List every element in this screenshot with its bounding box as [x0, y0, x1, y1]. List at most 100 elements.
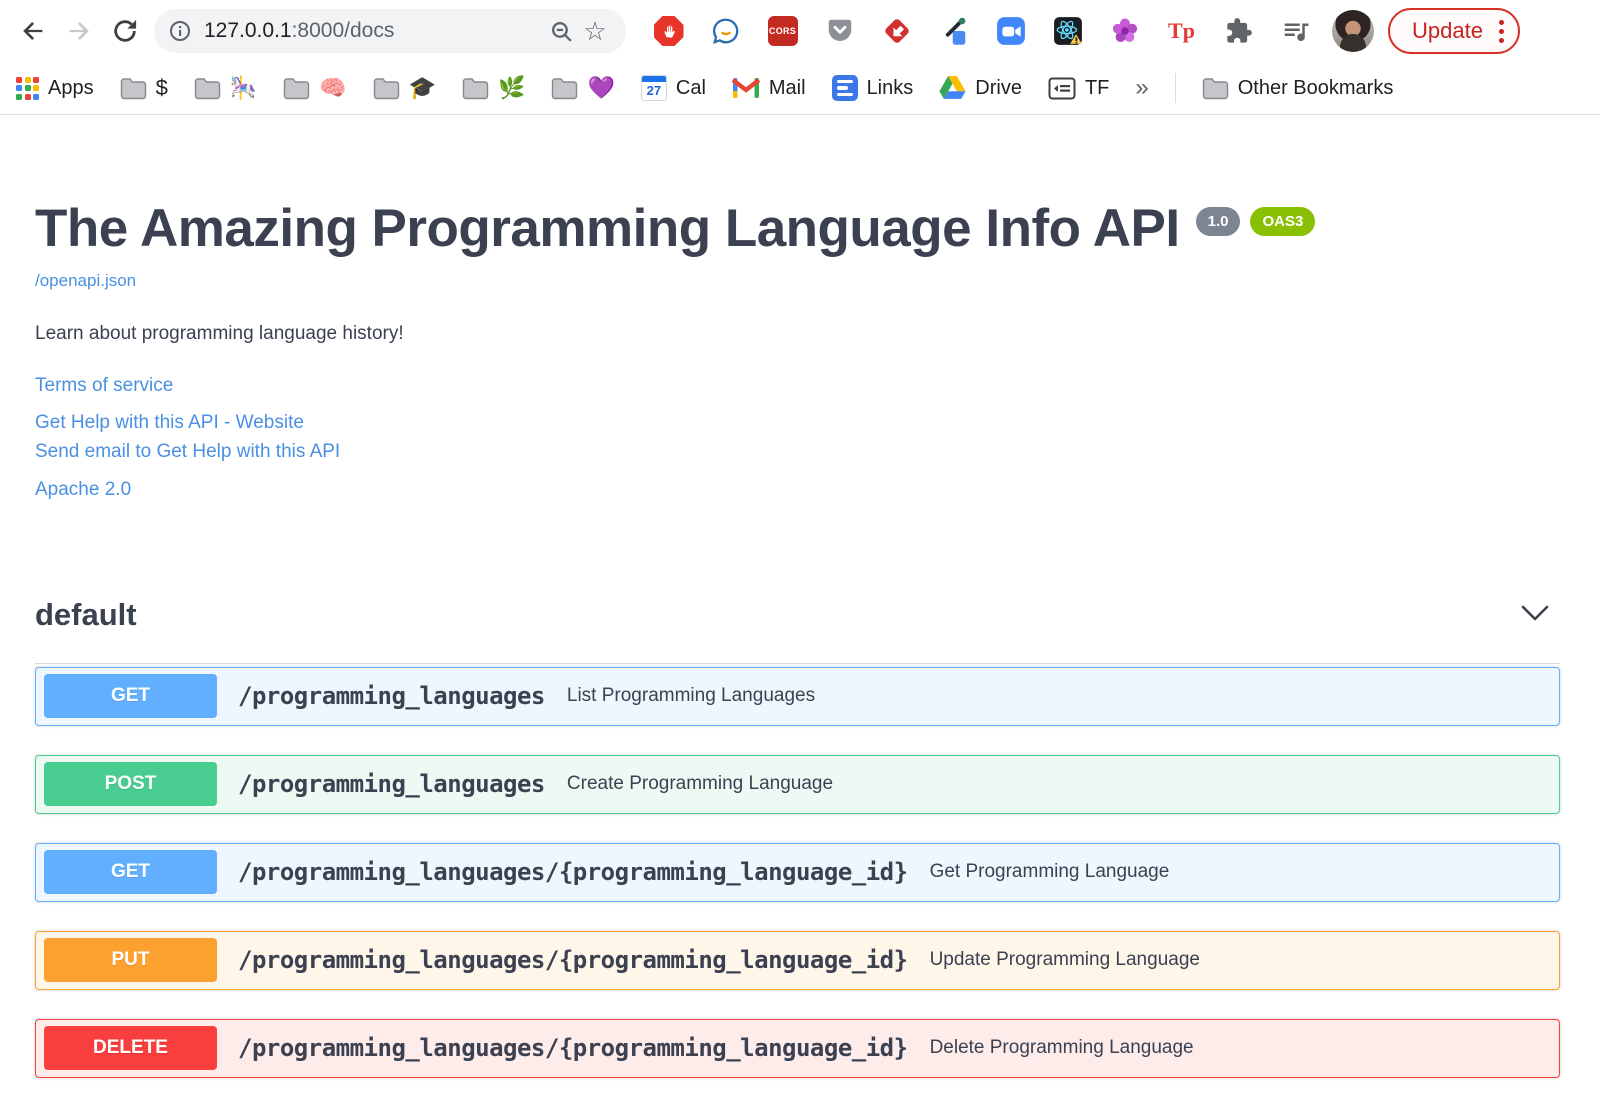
zoom-out-button[interactable] [544, 19, 578, 44]
bookmark-label: Links [866, 76, 914, 99]
forward-arrow-icon [69, 22, 89, 40]
endpoint-row[interactable]: GET /programming_languages List Programm… [35, 666, 1560, 726]
zoom-extension-button[interactable] [994, 15, 1027, 48]
bookmark-calendar[interactable]: 27 Cal [640, 75, 706, 101]
bookmark-folder-label: $ [155, 75, 168, 100]
reload-button[interactable] [102, 8, 148, 54]
media-queue-button[interactable] [1279, 15, 1312, 48]
help-website-link[interactable]: Get Help with this API - Website [35, 412, 1560, 434]
cors-extension-button[interactable]: CORS [766, 15, 799, 48]
back-button[interactable] [10, 8, 56, 54]
links-list-icon [831, 75, 858, 101]
endpoint-summary: Get Programming Language [929, 861, 1170, 883]
folder-icon [552, 77, 578, 99]
bookmark-folder[interactable]: 🎓 [373, 75, 436, 101]
flower-extension-button[interactable] [1108, 15, 1141, 48]
bookmark-folder-label: 🌿 [498, 75, 526, 100]
folder-icon [120, 77, 146, 99]
bookmarks-overflow-button[interactable]: » [1135, 74, 1148, 102]
bookmark-folder-label: 🎓 [408, 75, 437, 100]
other-bookmarks-label: Other Bookmarks [1237, 76, 1394, 99]
gmail-icon [731, 78, 760, 98]
bookmark-folder[interactable]: 🌿 [462, 75, 525, 101]
chat-smile-icon [712, 18, 738, 45]
endpoint-row[interactable]: DELETE /programming_languages/{programmi… [35, 1018, 1560, 1078]
endpoint-list: GET /programming_languages List Programm… [35, 666, 1560, 1078]
google-calendar-icon: 27 [640, 75, 667, 101]
back-arrow-icon [23, 22, 43, 40]
chat-extension-button[interactable] [709, 15, 742, 48]
color-picker-extension-button[interactable] [937, 15, 970, 48]
browser-menu-icon[interactable] [1498, 19, 1504, 43]
update-button[interactable]: Update [1388, 8, 1520, 54]
adblock-icon [653, 16, 684, 46]
bookmark-folder[interactable]: 🧠 [283, 75, 347, 101]
react-devtools-extension-button[interactable] [1051, 15, 1084, 48]
bookmark-label: Mail [768, 76, 806, 99]
address-bar[interactable]: 127.0.0.1:8000/docs ☆ [154, 9, 626, 53]
url-text: 127.0.0.1:8000/docs [204, 19, 544, 43]
endpoint-path: /programming_languages/{programming_lang… [238, 858, 908, 887]
tf-card-icon [1048, 77, 1076, 99]
bookmark-label: Cal [675, 76, 706, 99]
folder-icon [462, 77, 489, 99]
http-method-badge: PUT [44, 938, 217, 983]
endpoint-row[interactable]: POST /programming_languages Create Progr… [35, 754, 1560, 814]
video-camera-icon [996, 17, 1025, 45]
help-email-link[interactable]: Send email to Get Help with this API [35, 441, 1560, 463]
bookmark-mail[interactable]: Mail [731, 76, 806, 100]
redirect-arrow-icon [884, 19, 909, 43]
other-bookmarks[interactable]: Other Bookmarks [1202, 76, 1394, 100]
tp-extension-button[interactable]: Tp [1165, 15, 1198, 48]
playlist-music-icon [1284, 23, 1308, 41]
site-info-icon [170, 21, 190, 41]
http-method-badge: POST [44, 762, 217, 807]
version-badge: 1.0 [1195, 207, 1241, 236]
bookmark-tf[interactable]: TF [1048, 77, 1109, 100]
google-drive-icon [939, 76, 966, 99]
bookmark-star-button[interactable]: ☆ [578, 18, 612, 44]
license-link[interactable]: Apache 2.0 [35, 479, 1560, 501]
bookmark-drive[interactable]: Drive [939, 76, 1022, 100]
tag-section-title: default [35, 596, 137, 632]
endpoint-path: /programming_languages/{programming_lang… [238, 1034, 908, 1063]
forward-button[interactable] [56, 8, 102, 54]
extensions-menu-button[interactable] [1222, 15, 1255, 48]
swagger-page: The Amazing Programming Language Info AP… [0, 115, 1600, 1078]
api-description: Learn about programming language history… [35, 322, 404, 344]
endpoint-row[interactable]: PUT /programming_languages/{programming_… [35, 930, 1560, 990]
pocket-icon [828, 19, 851, 41]
terms-of-service-link[interactable]: Terms of service [35, 375, 1560, 397]
bookmark-apps[interactable]: Apps [16, 76, 94, 100]
tag-section-header[interactable]: default [35, 597, 1560, 664]
url-path: :8000/docs [291, 19, 395, 42]
reload-icon [114, 19, 137, 42]
redirect-extension-button[interactable] [880, 15, 913, 48]
cors-icon: CORS [767, 16, 798, 46]
profile-avatar[interactable] [1332, 10, 1374, 52]
bookmark-links[interactable]: Links [831, 75, 914, 101]
pocket-extension-button[interactable] [823, 15, 856, 48]
bookmark-label: Drive [975, 76, 1022, 99]
eyedropper-icon [945, 17, 965, 45]
bookmark-folder-label: 💜 [587, 75, 615, 100]
endpoint-path: /programming_languages/{programming_lang… [238, 946, 908, 975]
endpoint-path: /programming_languages [238, 682, 545, 711]
endpoint-row[interactable]: GET /programming_languages/{programming_… [35, 842, 1560, 902]
bookmark-folder[interactable]: 💜 [551, 75, 615, 101]
endpoint-summary: Create Programming Language [566, 773, 834, 795]
openapi-json-link[interactable]: /openapi.json [35, 271, 136, 291]
bookmarks-bar: Apps $ 🎠 🧠 🎓 🌿 💜 27 Cal Mail Links Drive… [0, 62, 1600, 115]
http-method-badge: DELETE [44, 1026, 217, 1071]
bookmark-folder[interactable]: $ [120, 75, 168, 101]
tp-icon: Tp [1168, 18, 1195, 43]
adblock-extension-button[interactable] [652, 15, 685, 48]
bookmark-folder[interactable]: 🎠 [194, 75, 257, 101]
folder-icon [373, 77, 399, 99]
collapse-section-button[interactable] [1510, 601, 1560, 629]
zoom-out-icon [551, 21, 572, 42]
flower-icon [1112, 18, 1137, 42]
bookmark-label: TF [1084, 76, 1110, 99]
endpoint-summary: Delete Programming Language [929, 1037, 1194, 1059]
endpoint-summary: Update Programming Language [929, 949, 1200, 971]
